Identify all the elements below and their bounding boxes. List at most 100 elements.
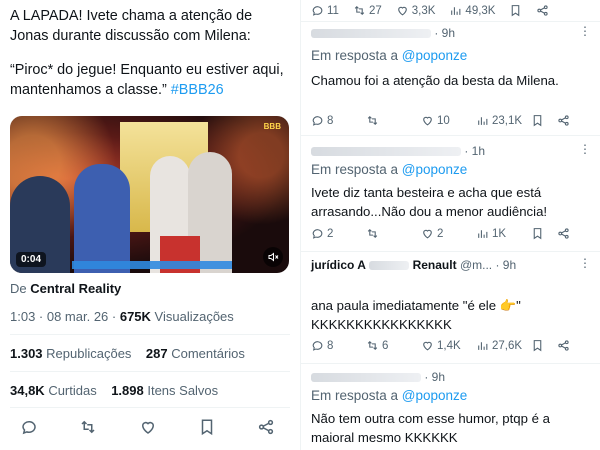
reply-count[interactable]: 8 bbox=[311, 114, 366, 127]
source-link[interactable]: Central Reality bbox=[30, 281, 121, 296]
heart-icon bbox=[423, 229, 432, 239]
replies-panel: 11 27 3,3K 49,3K · 9h ⋮ Em resposta a @p… bbox=[300, 0, 600, 450]
share-icon[interactable] bbox=[557, 339, 583, 352]
tweet-paragraph-2: “Piroc* do jegue! Enquanto eu estiver aq… bbox=[10, 60, 290, 100]
reply-icon bbox=[312, 116, 323, 126]
more-icon[interactable]: ⋮ bbox=[579, 142, 591, 156]
views-icon bbox=[478, 230, 488, 238]
tweet-text: A LAPADA! Ivete chama a atenção de Jonas… bbox=[10, 6, 290, 114]
reply-icon bbox=[312, 341, 323, 351]
reply-handle-link[interactable]: @poponze bbox=[402, 388, 468, 403]
repost-count[interactable] bbox=[366, 114, 421, 127]
reply-handle-link[interactable]: @poponze bbox=[402, 48, 468, 63]
repost-icon bbox=[354, 5, 365, 16]
in-reply-to: Em resposta a @poponze bbox=[311, 388, 468, 403]
redacted-name bbox=[311, 29, 431, 39]
divider bbox=[10, 334, 290, 335]
reply-item[interactable]: jurídico A Renault @m... · 9h ⋮ ana paul… bbox=[301, 254, 600, 364]
in-reply-to: Em resposta a @poponze bbox=[311, 48, 468, 63]
reply-header: · 9h bbox=[311, 370, 591, 384]
repost-icon bbox=[367, 340, 378, 351]
share-icon[interactable] bbox=[257, 418, 275, 441]
video-logo: BBB bbox=[263, 122, 281, 131]
reposts-stat[interactable]: 1.303 Republicações bbox=[10, 346, 131, 361]
reply-actions: 8 6 1,4K 27,6K bbox=[311, 339, 591, 352]
bookmark-icon[interactable] bbox=[198, 418, 216, 441]
saves-stat[interactable]: 1.898 Itens Salvos bbox=[111, 383, 218, 398]
view-count[interactable]: 49,3K bbox=[449, 4, 495, 17]
bookmark-icon[interactable] bbox=[531, 114, 557, 127]
share-icon[interactable] bbox=[536, 4, 549, 17]
view-count[interactable]: 27,6K bbox=[476, 339, 531, 352]
like-count[interactable]: 10 bbox=[421, 114, 476, 127]
tweet-timestamp[interactable]: 1:03 · 08 mar. 26 · bbox=[10, 309, 120, 324]
reply-actions: 8 10 23,1K bbox=[311, 114, 591, 127]
repost-count[interactable] bbox=[366, 227, 421, 240]
repost-icon[interactable] bbox=[79, 418, 97, 441]
reply-icon bbox=[312, 6, 323, 16]
tweet-paragraph-1: A LAPADA! Ivete chama a atenção de Jonas… bbox=[10, 8, 257, 44]
reply-header: · 9h bbox=[311, 26, 591, 40]
repost-count[interactable]: 6 bbox=[366, 339, 421, 352]
tweet-quote: “Piroc* do jegue! Enquanto eu estiver aq… bbox=[10, 62, 288, 98]
redacted-name bbox=[369, 261, 410, 271]
reply-text: Ivete diz tanta besteira e acha que está… bbox=[311, 185, 548, 219]
view-count[interactable]: 1K bbox=[476, 227, 531, 240]
reply-text: ana paula imediatamente "é ele 👉" KKKKKK… bbox=[311, 298, 521, 332]
views-icon bbox=[478, 342, 488, 350]
video-scene-person bbox=[74, 164, 130, 273]
repost-icon bbox=[367, 115, 378, 126]
tweet-actions bbox=[10, 418, 285, 441]
heart-icon[interactable] bbox=[139, 418, 157, 441]
reply-count[interactable]: 11 bbox=[311, 4, 339, 17]
reply-icon[interactable] bbox=[20, 418, 38, 441]
heart-icon bbox=[423, 341, 432, 351]
reply-text: Não tem outra com esse humor, ptqp é a m… bbox=[311, 411, 550, 445]
bookmark-icon[interactable] bbox=[509, 4, 522, 17]
reply-header: jurídico A Renault @m... · 9h bbox=[311, 258, 517, 272]
likes-stat[interactable]: 34,8K Curtidas bbox=[10, 383, 97, 398]
like-count[interactable]: 3,3K bbox=[396, 4, 435, 17]
repost-icon bbox=[367, 228, 378, 239]
reply-handle-link[interactable]: @poponze bbox=[402, 162, 468, 177]
video-player[interactable]: BBB 0:04 bbox=[10, 116, 289, 273]
share-icon[interactable] bbox=[557, 227, 583, 240]
top-actions-bar: 11 27 3,3K 49,3K bbox=[301, 0, 600, 22]
heart-icon bbox=[397, 6, 407, 16]
bookmark-icon[interactable] bbox=[531, 227, 557, 240]
repost-count[interactable]: 27 bbox=[353, 4, 382, 17]
tweet-meta: 1:03 · 08 mar. 26 · 675K Visualizações bbox=[10, 309, 234, 324]
like-count[interactable]: 2 bbox=[421, 227, 476, 240]
reply-icon bbox=[312, 229, 323, 239]
share-icon[interactable] bbox=[557, 114, 583, 127]
redacted-name bbox=[311, 373, 421, 383]
engagement-stats-row-1: 1.303 Republicações 287 Comentários bbox=[10, 346, 245, 361]
divider bbox=[10, 371, 290, 372]
views-count: 675K bbox=[119, 309, 151, 324]
hashtag-link[interactable]: #BBB26 bbox=[171, 82, 224, 98]
video-timestamp: 0:04 bbox=[16, 252, 47, 267]
bookmark-icon[interactable] bbox=[531, 339, 557, 352]
view-count[interactable]: 23,1K bbox=[476, 114, 531, 127]
redacted-name bbox=[311, 147, 461, 157]
reply-item[interactable]: · 9h Em resposta a @poponze Não tem outr… bbox=[301, 366, 600, 450]
more-icon[interactable]: ⋮ bbox=[579, 256, 591, 270]
reply-item[interactable]: · 1h ⋮ Em resposta a @poponze Ivete diz … bbox=[301, 140, 600, 252]
like-count[interactable]: 1,4K bbox=[421, 339, 476, 352]
video-ticker bbox=[72, 261, 232, 269]
in-reply-to: Em resposta a @poponze bbox=[311, 162, 468, 177]
more-icon[interactable]: ⋮ bbox=[579, 24, 591, 38]
volume-icon[interactable] bbox=[263, 247, 283, 267]
reply-text: Chamou foi a atenção da besta da Milena. bbox=[311, 73, 559, 88]
reply-item[interactable]: · 9h ⋮ Em resposta a @poponze Chamou foi… bbox=[301, 22, 600, 136]
reply-count[interactable]: 8 bbox=[311, 339, 366, 352]
tweet-source: De Central Reality bbox=[10, 281, 121, 296]
reply-count[interactable]: 2 bbox=[311, 227, 366, 240]
divider bbox=[10, 407, 290, 408]
views-label: Visualizações bbox=[150, 309, 234, 324]
comments-stat[interactable]: 287 Comentários bbox=[146, 346, 245, 361]
reply-actions: 2 2 1K bbox=[311, 227, 591, 240]
engagement-stats-row-2: 34,8K Curtidas 1.898 Itens Salvos bbox=[10, 383, 218, 398]
heart-icon bbox=[423, 116, 432, 126]
reply-author[interactable]: jurídico A bbox=[311, 258, 366, 272]
